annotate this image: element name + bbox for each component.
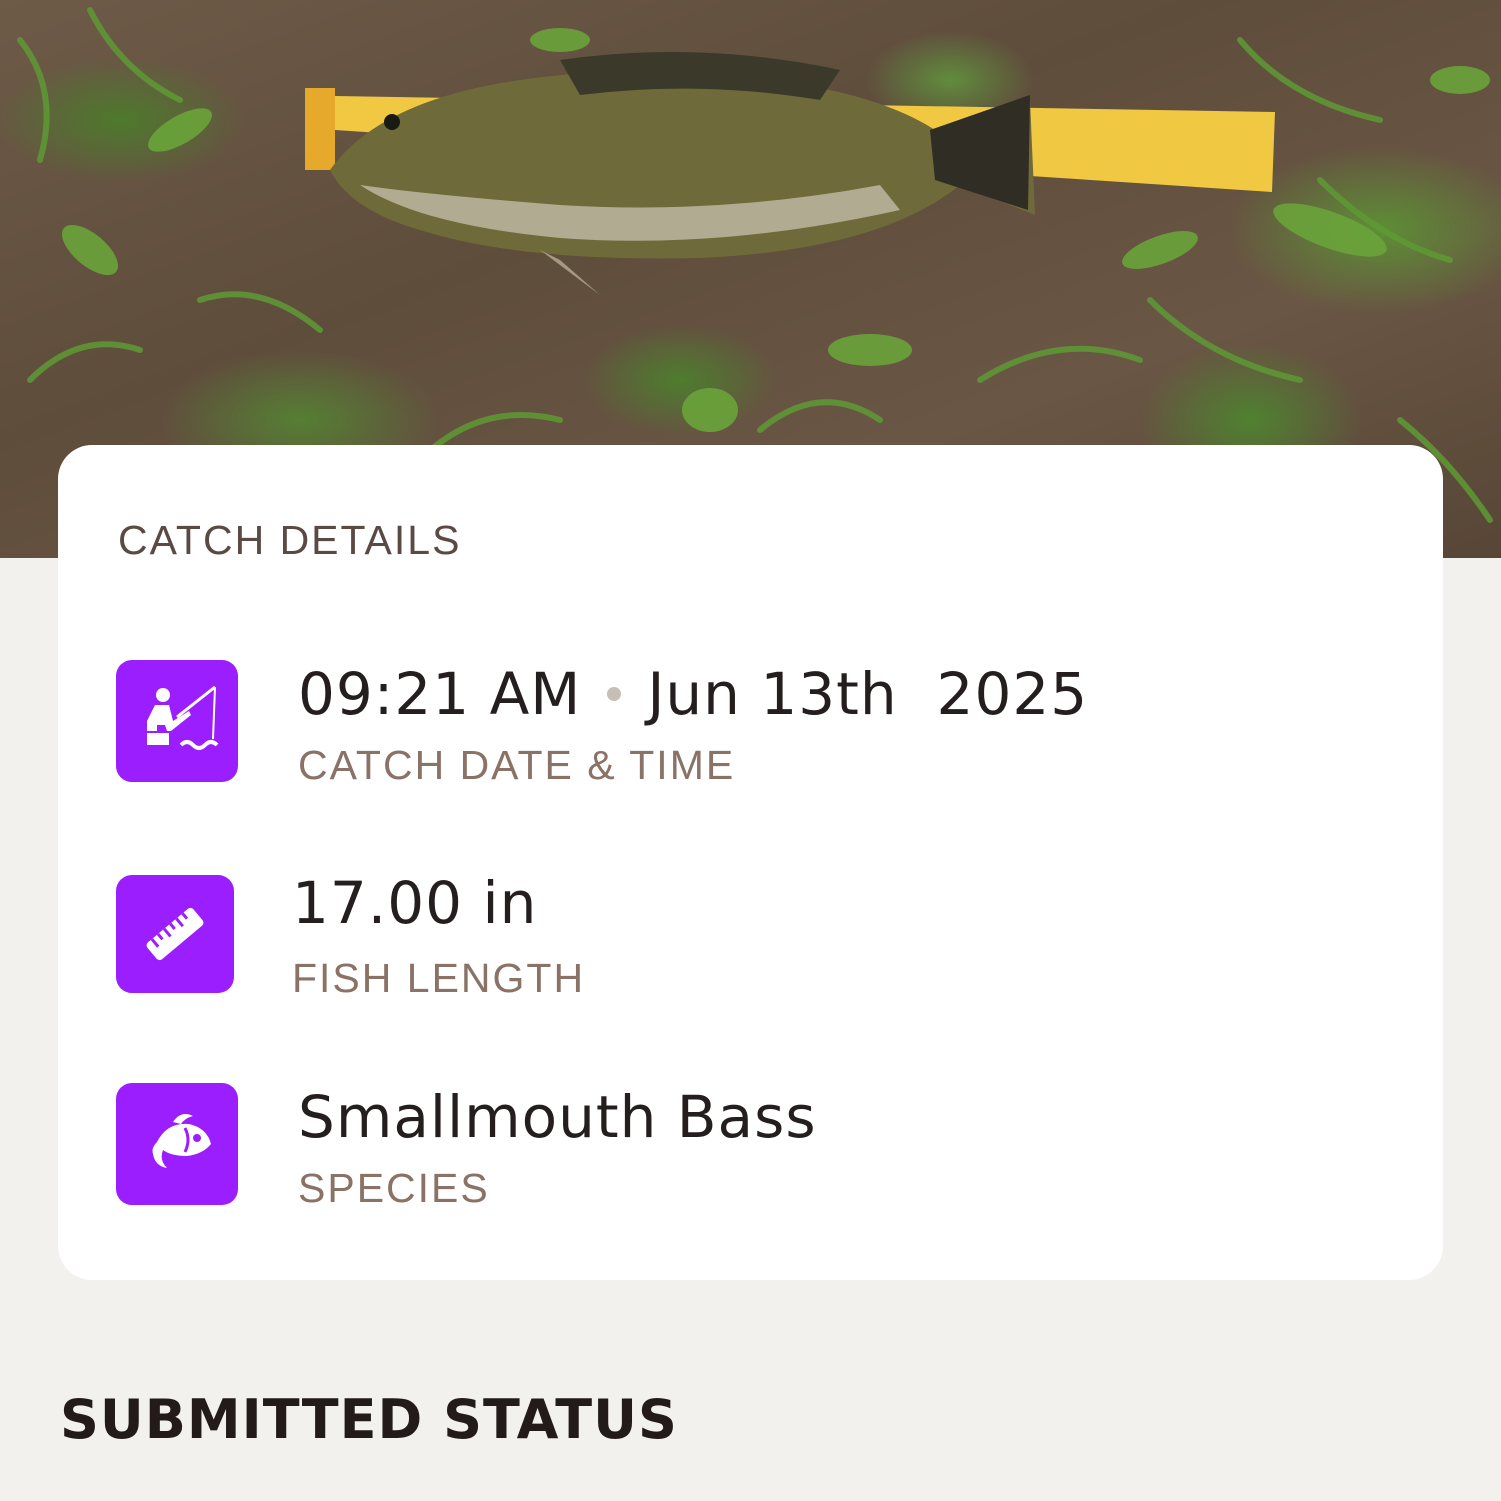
fish-icon: [116, 1083, 238, 1205]
catch-details-card: CATCH DETAILS 09:21 AM Jun 13th 2025 CATC…: [58, 445, 1443, 1280]
catch-details-title: CATCH DETAILS: [118, 517, 462, 563]
species-row: Smallmouth Bass SPECIES: [116, 1083, 1316, 1211]
separator-dot: [607, 686, 622, 701]
catch-time: 09:21 AM: [298, 660, 582, 728]
species-value: Smallmouth Bass: [298, 1083, 817, 1151]
species-label: SPECIES: [298, 1165, 490, 1211]
catch-datetime-row: 09:21 AM Jun 13th 2025 CATCH DATE & TIME: [116, 660, 1316, 788]
fisherman-icon: [116, 660, 238, 782]
catch-datetime-value: 09:21 AM Jun 13th 2025: [298, 660, 1088, 728]
catch-datetime-label: CATCH DATE & TIME: [298, 742, 736, 788]
fish-length-label: FISH LENGTH: [292, 955, 586, 1001]
submitted-status-title: SUBMITTED STATUS: [60, 1388, 678, 1451]
ruler-icon: [116, 875, 234, 993]
catch-date: Jun 13th 2025: [647, 660, 1089, 728]
fish-length-value: 17.00 in: [292, 869, 538, 937]
fish-length-row: 17.00 in FISH LENGTH: [116, 869, 1316, 1001]
